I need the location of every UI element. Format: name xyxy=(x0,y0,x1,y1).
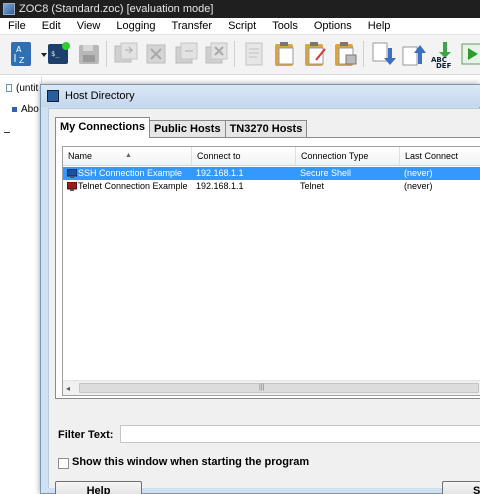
disk-icon[interactable] xyxy=(76,40,102,68)
download-icon[interactable] xyxy=(370,40,396,68)
toolbar: AZ $_ ABC DEF xyxy=(0,35,480,75)
horizontal-scrollbar[interactable]: ◂ ||| xyxy=(63,380,480,395)
ssh-monitor-icon xyxy=(67,169,77,178)
row-type: Secure Shell xyxy=(300,168,352,178)
host-tabs: My Connections Public Hosts TN3270 Hosts xyxy=(55,117,308,138)
terminal-icon[interactable]: $_ xyxy=(46,40,72,68)
connection-list[interactable]: Name ▲ Connect to Connection Type Last Co… xyxy=(62,146,480,396)
row-last-connect: (never) xyxy=(404,181,433,191)
scroll-left-icon[interactable]: ◂ xyxy=(66,384,70,393)
row-type: Telnet xyxy=(300,181,325,191)
menu-bar: File Edit View Logging Transfer Script T… xyxy=(0,18,480,35)
menu-edit[interactable]: Edit xyxy=(42,20,61,32)
row-connect-to: 192.168.1.1 xyxy=(196,181,244,191)
table-row[interactable]: SSH Connection Example 192.168.1.1 Secur… xyxy=(63,167,480,180)
dialog-body: My Connections Public Hosts TN3270 Hosts… xyxy=(48,108,480,494)
document-icon[interactable] xyxy=(241,40,267,68)
filter-text-input[interactable] xyxy=(120,425,480,443)
row-last-connect: (never) xyxy=(404,168,433,178)
svg-text:Z: Z xyxy=(19,56,25,65)
table-row[interactable]: Telnet Connection Example 192.168.1.1 Te… xyxy=(63,180,480,193)
svg-text:DEF: DEF xyxy=(436,62,452,68)
app-title-bar: ZOC8 (Standard.zoc) [evaluation mode] xyxy=(0,0,480,18)
dialog-title-bar[interactable]: Host Directory xyxy=(41,85,480,107)
upload-icon[interactable] xyxy=(400,40,426,68)
tab-my-connections[interactable]: My Connections xyxy=(55,117,150,138)
row-connect-to: 192.168.1.1 xyxy=(196,168,244,178)
menu-view[interactable]: View xyxy=(77,20,101,32)
session-item[interactable]: Abo xyxy=(12,104,39,115)
host-directory-icon xyxy=(47,90,59,102)
close-session-icon[interactable] xyxy=(203,40,229,68)
session-tab[interactable]: (untit xyxy=(6,83,38,94)
abcdef-icon[interactable]: ABC DEF xyxy=(430,40,456,70)
help-button[interactable]: Help xyxy=(55,481,142,494)
menu-logging[interactable]: Logging xyxy=(116,20,155,32)
column-last-connect[interactable]: Last Connect xyxy=(400,147,480,166)
connect-icon[interactable] xyxy=(113,40,139,68)
session-panel: (untit Abo xyxy=(0,76,42,494)
menu-options[interactable]: Options xyxy=(314,20,352,32)
tab-tn3270-hosts[interactable]: TN3270 Hosts xyxy=(224,120,308,138)
my-connections-panel: Name ▲ Connect to Connection Type Last Co… xyxy=(55,137,480,399)
menu-transfer[interactable]: Transfer xyxy=(172,20,213,32)
clipboard-edit-icon[interactable] xyxy=(302,40,328,68)
disconnect-icon[interactable] xyxy=(143,40,169,68)
tab-public-hosts[interactable]: Public Hosts xyxy=(148,120,226,138)
menu-tools[interactable]: Tools xyxy=(272,20,298,32)
row-name: Telnet Connection Example xyxy=(78,181,188,191)
clipboard-zip-icon[interactable] xyxy=(332,40,358,68)
sort-ascending-icon: ▲ xyxy=(125,152,132,159)
menu-help[interactable]: Help xyxy=(368,20,391,32)
svg-text:A: A xyxy=(16,45,22,54)
scroll-grip-icon: ||| xyxy=(259,384,265,391)
column-connection-type[interactable]: Connection Type xyxy=(296,147,400,166)
column-name[interactable]: Name ▲ xyxy=(63,147,192,166)
copy-icon[interactable] xyxy=(173,40,199,68)
telnet-monitor-icon xyxy=(67,182,77,191)
column-connect-to[interactable]: Connect to xyxy=(192,147,296,166)
clipboard-icon[interactable] xyxy=(272,40,298,68)
svg-text:$_: $_ xyxy=(51,50,60,58)
dialog-title: Host Directory xyxy=(65,90,135,102)
zoc-app-icon xyxy=(3,3,15,15)
play-icon[interactable] xyxy=(458,40,480,68)
menu-script[interactable]: Script xyxy=(228,20,256,32)
menu-file[interactable]: File xyxy=(8,20,26,32)
item-icon xyxy=(12,106,17,112)
host-directory-dialog: Host Directory My Connections Public Hos… xyxy=(40,84,480,494)
show-on-start-checkbox[interactable] xyxy=(58,458,69,469)
divider xyxy=(4,132,10,133)
session-tab-icon xyxy=(6,84,12,93)
app-title: ZOC8 (Standard.zoc) [evaluation mode] xyxy=(19,3,214,15)
row-name: SSH Connection Example xyxy=(78,168,183,178)
dropdown-arrow-icon[interactable] xyxy=(31,40,47,68)
scroll-thumb[interactable] xyxy=(79,383,479,393)
show-on-start-label: Show this window when starting the progr… xyxy=(72,456,310,468)
filter-text-label: Filter Text: xyxy=(58,429,114,441)
list-header: Name ▲ Connect to Connection Type Last Co… xyxy=(63,147,480,166)
save-button[interactable]: Sa xyxy=(442,481,480,494)
